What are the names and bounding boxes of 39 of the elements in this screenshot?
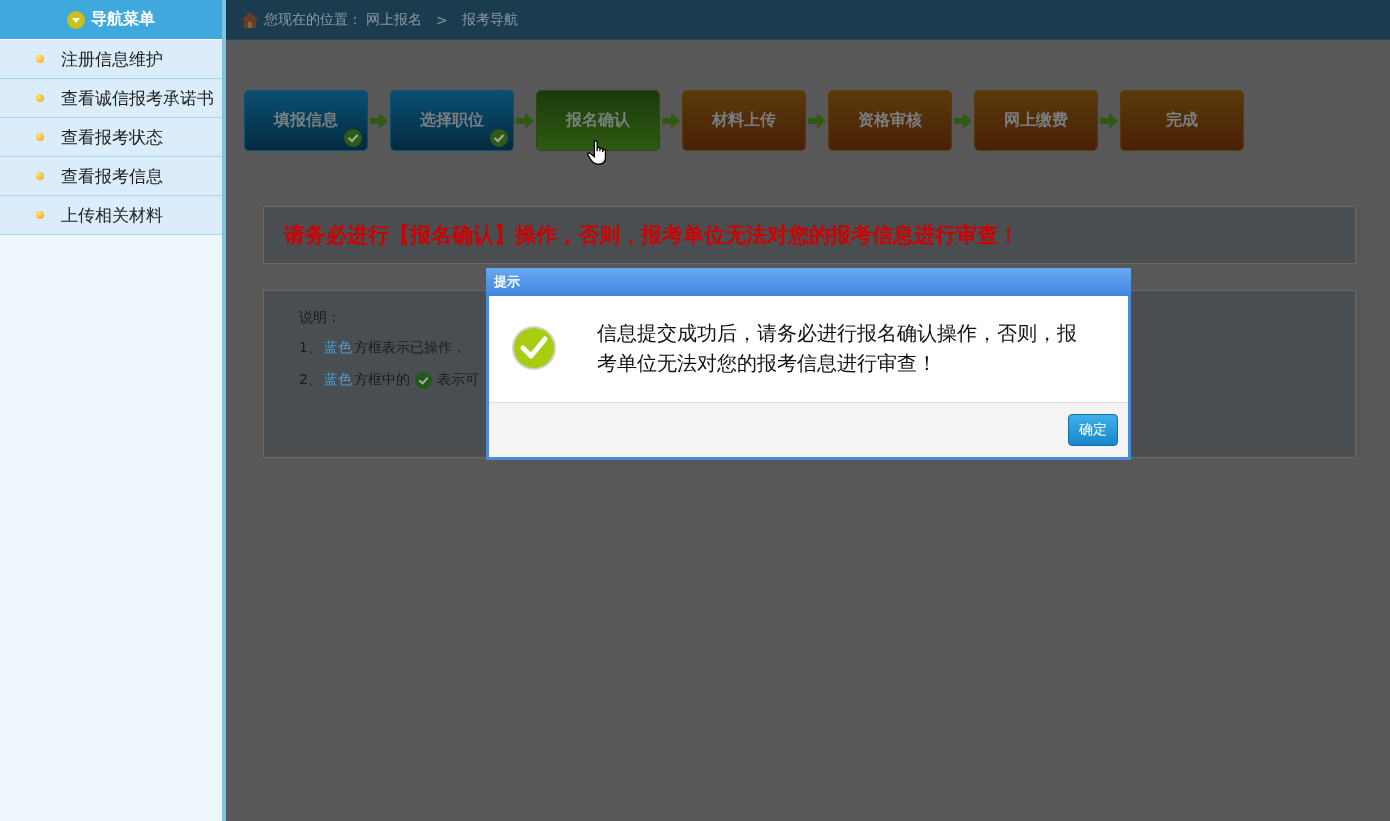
step-button[interactable]: 选择职位 xyxy=(390,90,514,151)
breadcrumb-separator: > xyxy=(436,11,448,28)
step-button[interactable]: 网上缴费 xyxy=(974,90,1098,151)
house-icon xyxy=(240,10,260,29)
step-button[interactable]: 资格审核 xyxy=(828,90,952,151)
breadcrumb-link[interactable]: 报考导航 xyxy=(461,10,518,29)
sidebar-item[interactable]: 注册信息维护 xyxy=(0,40,222,79)
warning-message: 请务必进行【报名确认】操作，否则，报考单位无法对您的报考信息进行审查！ xyxy=(284,222,1019,249)
check-icon xyxy=(344,129,362,147)
bullet-icon xyxy=(36,55,44,63)
dialog-title: 提示 xyxy=(486,268,1131,296)
arrow-right-icon xyxy=(954,112,972,129)
bullet-icon xyxy=(36,172,44,180)
check-icon xyxy=(490,129,508,147)
arrow-right-icon xyxy=(1100,112,1118,129)
caret-down-icon xyxy=(67,10,85,29)
success-check-icon xyxy=(511,325,557,371)
confirm-button[interactable]: 确定 xyxy=(1068,414,1118,446)
dialog-message: 信息提交成功后，请务必进行报名确认操作，否则，报考单位无法对您的报考信息进行审查！ xyxy=(597,320,1077,377)
bullet-icon xyxy=(36,133,44,141)
sidebar-item[interactable]: 查看报考信息 xyxy=(0,157,222,196)
bullet-icon xyxy=(36,211,44,219)
breadcrumb-label: 您现在的位置： xyxy=(264,10,362,29)
note-highlight: 蓝色 xyxy=(323,371,352,389)
note-highlight: 蓝色 xyxy=(323,339,352,357)
breadcrumb-link[interactable]: 网上报名 xyxy=(366,10,422,29)
step-button[interactable]: 材料上传 xyxy=(682,90,806,151)
step-button[interactable]: 填报信息 xyxy=(244,90,368,151)
check-icon xyxy=(414,371,432,389)
sidebar-item[interactable]: 上传相关材料 xyxy=(0,196,222,235)
step-button[interactable]: 完成 xyxy=(1120,90,1244,151)
sidebar-title: 导航菜单 xyxy=(91,9,155,30)
arrow-right-icon xyxy=(662,112,680,129)
bullet-icon xyxy=(36,94,44,102)
arrow-right-icon xyxy=(370,112,388,129)
sidebar-item[interactable]: 查看诚信报考承诺书 xyxy=(0,79,222,118)
arrow-right-icon xyxy=(516,112,534,129)
sidebar-item[interactable]: 查看报考状态 xyxy=(0,118,222,157)
arrow-right-icon xyxy=(808,112,826,129)
